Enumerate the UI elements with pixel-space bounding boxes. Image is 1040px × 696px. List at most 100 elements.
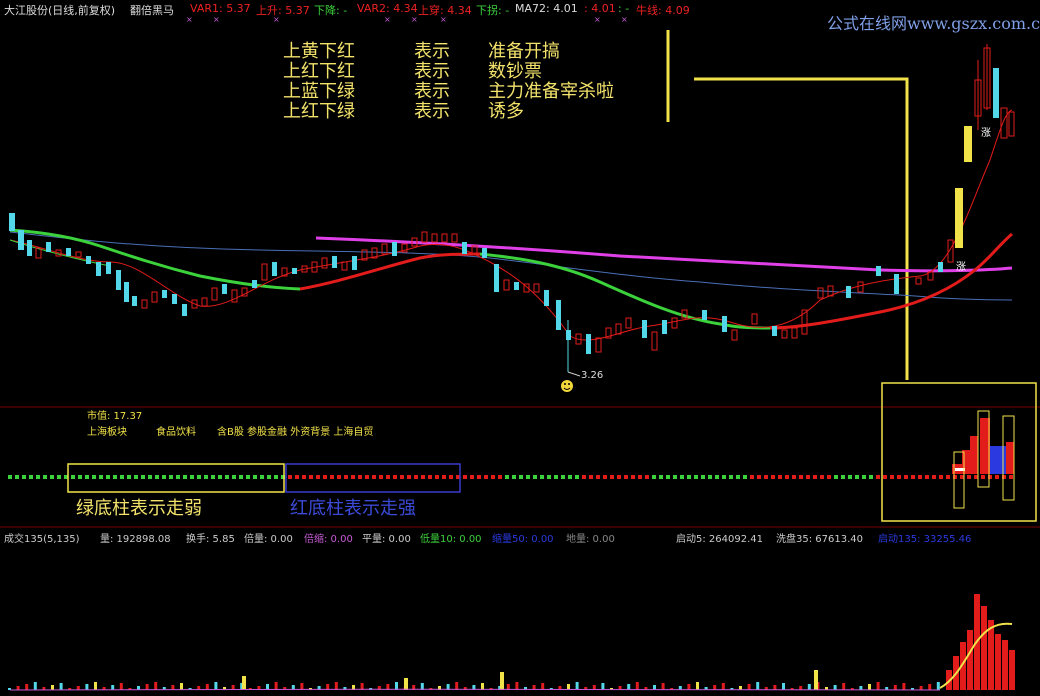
candle-up <box>731 329 738 341</box>
signal-dot <box>29 475 33 479</box>
candle-up <box>503 279 510 291</box>
candle-down <box>642 320 647 338</box>
volume-bar <box>807 684 811 690</box>
signal-dot <box>225 475 229 479</box>
volume-bar <box>981 606 987 690</box>
volume-bar <box>214 682 218 690</box>
volume-bar <box>756 682 760 690</box>
candle-up <box>201 297 208 307</box>
volume-bar <box>111 685 115 690</box>
signal-dot <box>526 475 530 479</box>
candle-down <box>772 326 777 336</box>
volume-bar <box>16 686 20 690</box>
volume-bar <box>94 682 97 690</box>
signal-dot <box>967 475 971 479</box>
green-caption: 绿底柱表示走弱 <box>76 498 202 519</box>
signal-dot <box>113 475 117 479</box>
signal-dot <box>540 475 544 479</box>
signal-dot <box>554 475 558 479</box>
signal-dot <box>617 475 621 479</box>
signal-dot <box>505 475 509 479</box>
volume-bar <box>274 682 278 690</box>
signal-dot <box>190 475 194 479</box>
turnover-value: 换手: 5.85 <box>186 534 235 545</box>
industry-tag[interactable]: 食品饮料 <box>156 423 196 438</box>
signal-dot <box>778 475 782 479</box>
signal-dot <box>260 475 264 479</box>
volume-bar <box>833 685 837 690</box>
signal-dot <box>295 475 299 479</box>
candle-down <box>722 316 727 332</box>
candle-down <box>132 296 137 306</box>
low-pointer <box>567 371 581 377</box>
candle-down <box>96 262 101 276</box>
candle-yellow <box>964 126 972 162</box>
candle-up <box>615 323 622 335</box>
sector-tag[interactable]: 上海板块 <box>87 423 127 438</box>
volume-bar <box>242 676 246 690</box>
flat-volume-value: 平量: 0.00 <box>362 534 411 545</box>
volume-bar <box>782 683 785 690</box>
signal-dot <box>43 475 47 479</box>
candle-yellow <box>955 188 963 248</box>
signal-dot <box>813 475 817 479</box>
signal-dot <box>344 475 348 479</box>
volume-bar <box>721 683 725 690</box>
signal-dot <box>22 475 26 479</box>
candle-down <box>514 282 519 290</box>
signal-dot <box>659 475 663 479</box>
signal-dot <box>85 475 89 479</box>
zhang-label: 涨 <box>956 262 966 273</box>
signal-dot <box>421 475 425 479</box>
volume-bar <box>455 682 459 690</box>
signal-dot <box>897 475 901 479</box>
signal-dot <box>274 475 278 479</box>
candle-down <box>27 240 32 256</box>
concept-tags[interactable]: 含B股 参股金融 外资背景 上海自贸 <box>217 423 373 438</box>
candle-down <box>162 290 167 298</box>
candle-down <box>894 274 899 294</box>
zhang-label: 涨 <box>981 128 991 139</box>
market-value: 市值: 17.37 <box>87 411 143 422</box>
signal-dot <box>876 475 880 479</box>
shrink-value: 倍缩: 0.00 <box>304 534 353 545</box>
smile-eye <box>564 383 566 385</box>
candle-up <box>341 261 348 271</box>
signal-dot <box>162 475 166 479</box>
signal-dot <box>127 475 131 479</box>
candle-down <box>462 242 467 254</box>
signal-dot <box>337 475 341 479</box>
volume-bar <box>404 678 408 690</box>
volume-bars <box>8 594 1015 690</box>
volume-value: 量: 192898.08 <box>100 534 171 545</box>
volume-title: 成交135(5,135) <box>4 534 80 545</box>
signal-dot <box>330 475 334 479</box>
volume-bar <box>33 682 37 690</box>
signal-dot <box>533 475 537 479</box>
volume-bar <box>814 670 818 690</box>
volume-bar <box>661 683 665 690</box>
volume-bar <box>180 683 183 690</box>
candle-down <box>876 266 881 276</box>
signal-dot <box>806 475 810 479</box>
candle-up <box>261 263 268 281</box>
candle-down <box>106 262 111 274</box>
signal-dot <box>358 475 362 479</box>
volume-bar <box>25 684 29 690</box>
candle-up <box>141 299 148 309</box>
volume-bar <box>51 685 54 690</box>
signal-dot <box>631 475 635 479</box>
candle-down <box>252 280 257 288</box>
signal-dot <box>106 475 110 479</box>
candle-up <box>75 251 82 258</box>
signal-dot <box>792 475 796 479</box>
signal-dot <box>372 475 376 479</box>
signal-dot <box>673 475 677 479</box>
signal-dot <box>820 475 824 479</box>
volume-bar <box>154 682 158 690</box>
chart-window: 大江股份(日线,前复权) 翻倍黑马 VAR1: 5.37 上升: 5.37 下降… <box>0 0 1040 696</box>
signal-dot <box>911 475 915 479</box>
candle-up <box>817 287 824 299</box>
signal-dot <box>211 475 215 479</box>
signal-dot <box>120 475 124 479</box>
